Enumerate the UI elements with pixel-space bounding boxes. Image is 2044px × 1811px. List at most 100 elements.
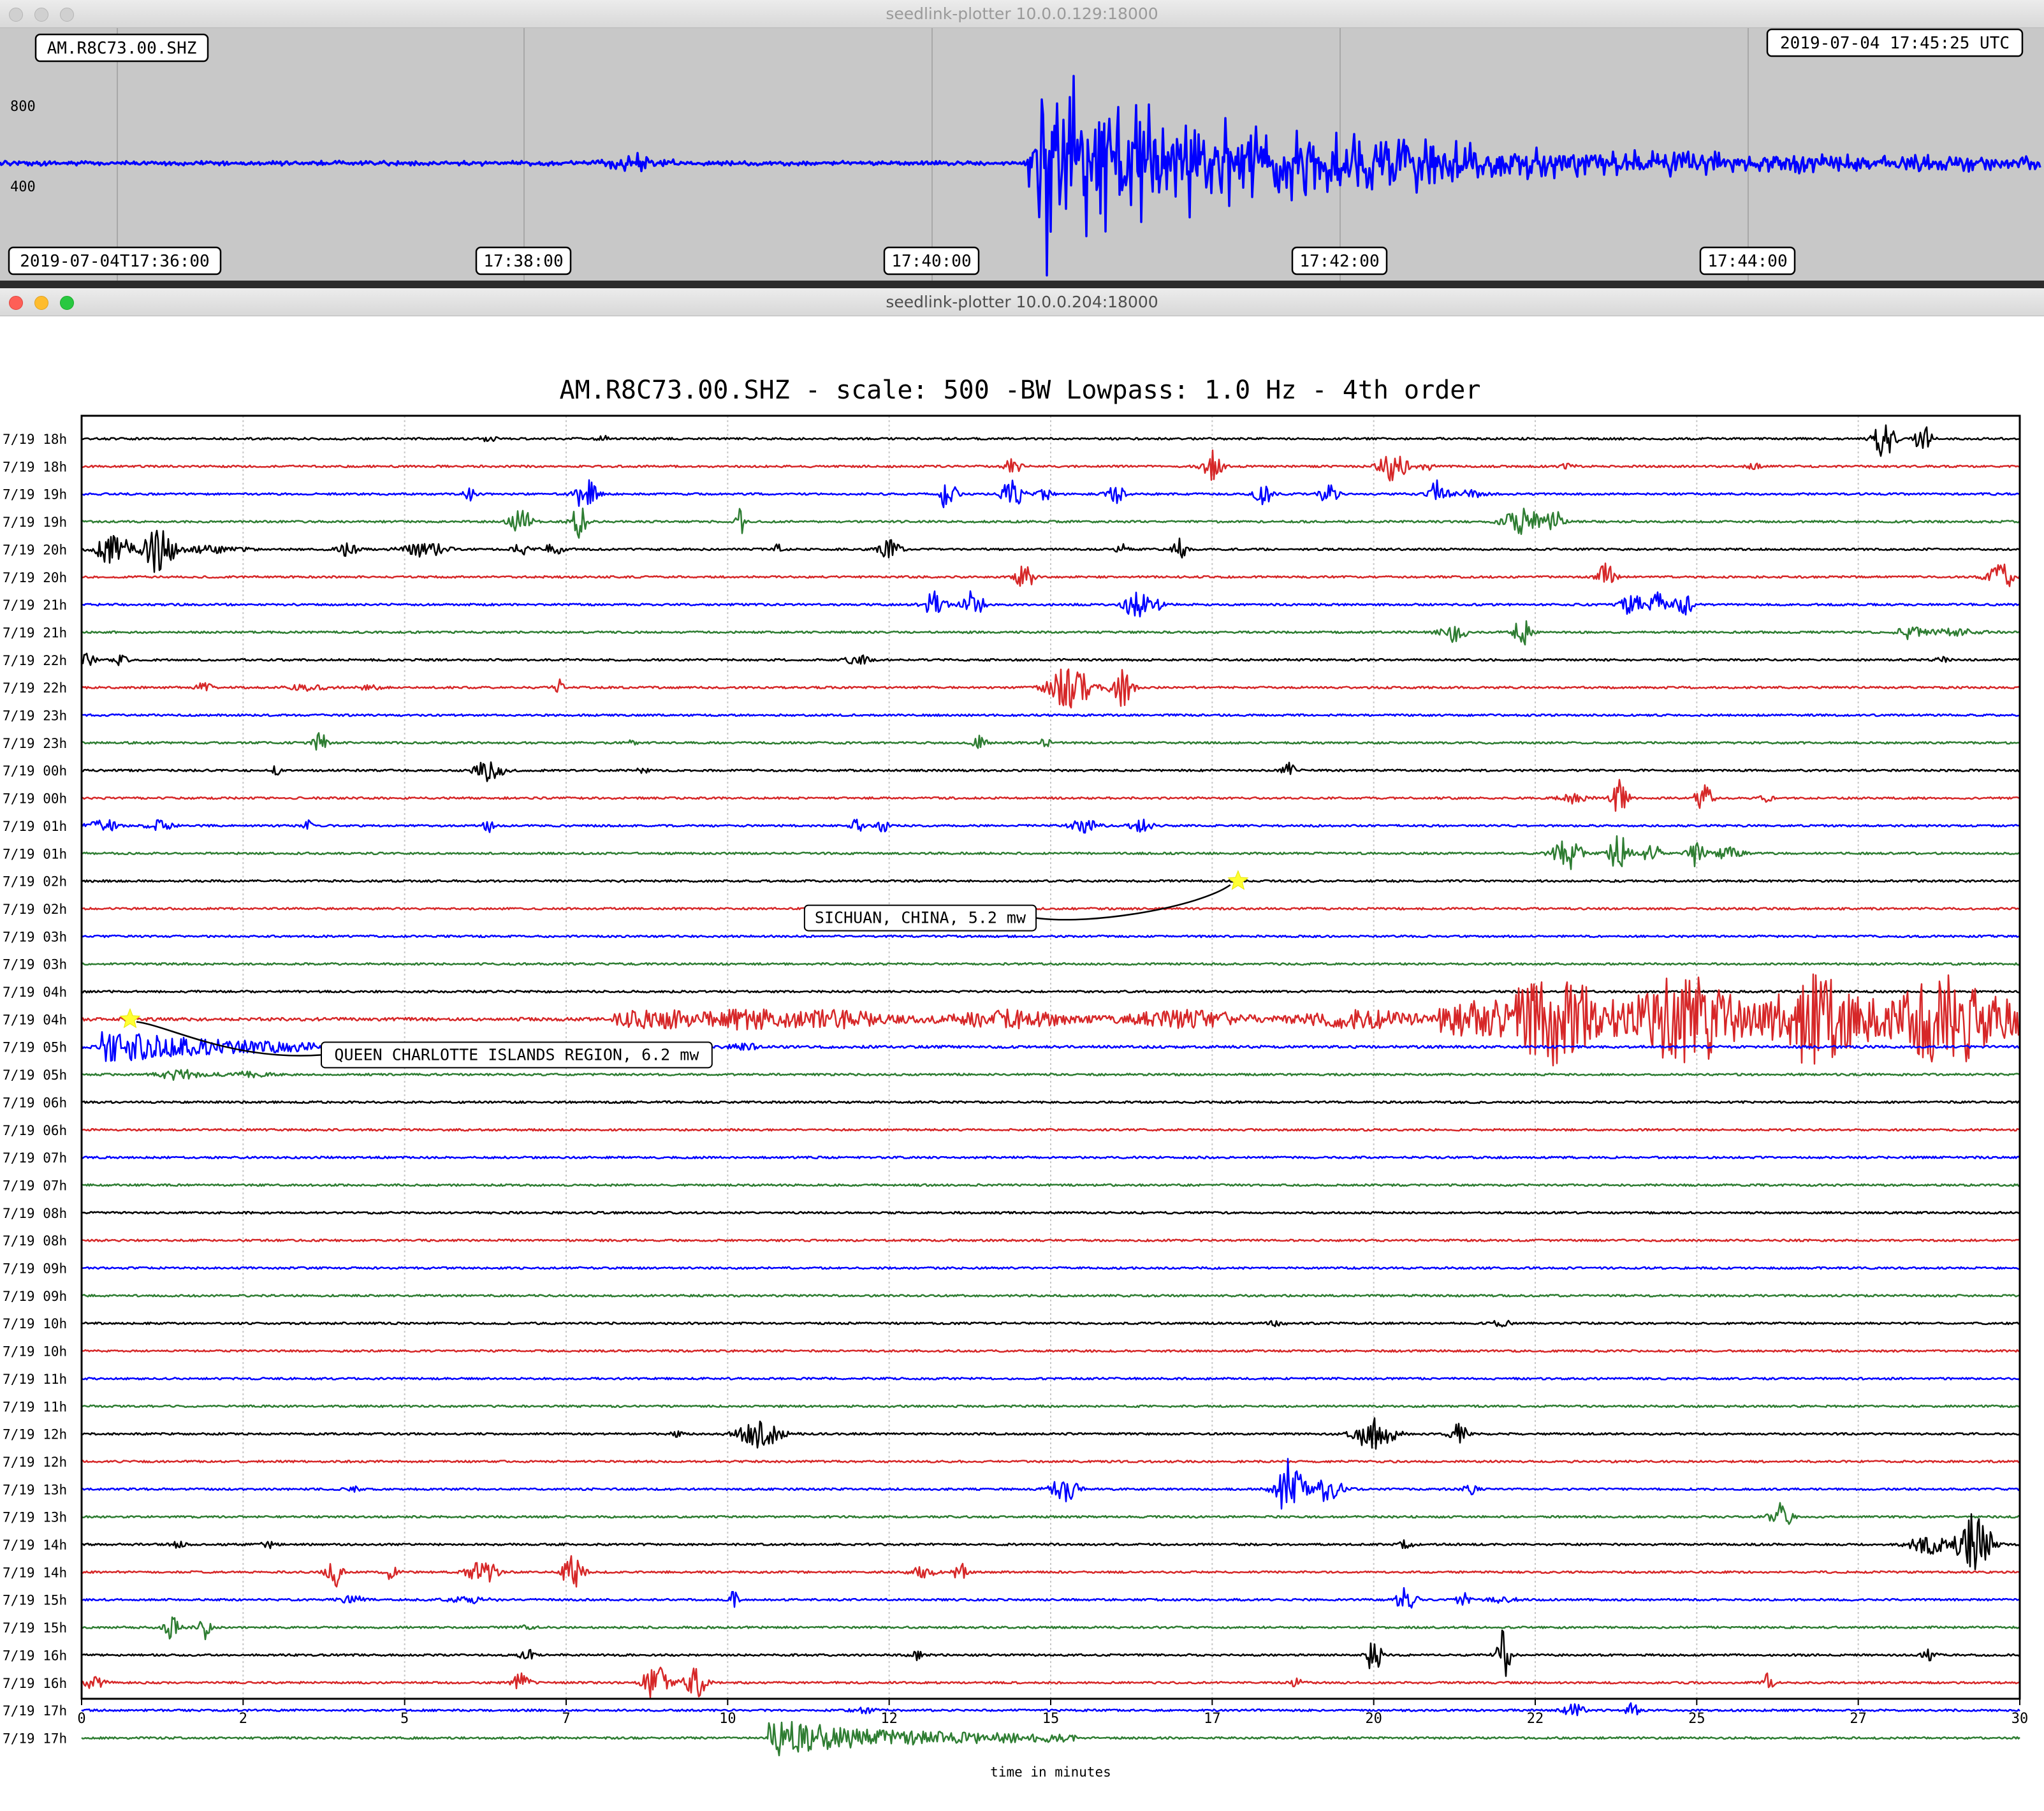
- event-star-icon: [119, 1008, 141, 1029]
- x-tick-box: 2019-07-04T17:36:00: [8, 246, 222, 275]
- trace-row: [81, 1238, 2020, 1242]
- x-tick-label: 27: [1850, 1711, 1867, 1727]
- row-label: 7/19 23h: [3, 736, 67, 751]
- titlebar-1[interactable]: seedlink-plotter 10.0.0.129:18000: [0, 0, 2044, 28]
- row-label: 7/19 21h: [3, 598, 67, 613]
- row-label: 7/19 03h: [3, 929, 67, 944]
- titlebar-2[interactable]: seedlink-plotter 10.0.0.204:18000: [0, 288, 2044, 316]
- x-tick-label: 17:42:00: [1299, 252, 1379, 271]
- trace-row: [80, 652, 2021, 666]
- row-labels: 7/19 18h 7/19 18h 7/19 19h 7/19 19h 7/19 20h…: [3, 432, 67, 1746]
- row-label: 7/19 07h: [3, 1150, 67, 1166]
- row-label: 7/19 05h: [3, 1067, 67, 1083]
- x-tick-label: 7: [562, 1711, 570, 1727]
- trace-row: [81, 1377, 2020, 1381]
- row-label: 7/19 18h: [3, 432, 67, 447]
- realtime-trace-plot: 800 400 0 AM.R8C73.00.SHZ 2019-07-04 17:…: [0, 28, 2044, 281]
- trace-row: [81, 1183, 2020, 1187]
- timestamp-box: 2019-07-04 17:45:25 UTC: [1766, 28, 2024, 57]
- row-label: 7/19 17h: [3, 1703, 67, 1719]
- row-label: 7/19 06h: [3, 1123, 67, 1138]
- row-label: 7/19 11h: [3, 1399, 67, 1414]
- row-label: 7/19 02h: [3, 902, 67, 917]
- seedlink-window-1: seedlink-plotter 10.0.0.129:18000 800 40…: [0, 0, 2044, 281]
- x-axis-label: time in minutes: [990, 1764, 1111, 1780]
- x-tick-box: 17:44:00: [1699, 246, 1796, 275]
- event-annotations: SICHUAN, CHINA, 5.2 mw QUEEN CHARLOTTE IS…: [119, 870, 1249, 1069]
- row-label: 7/19 22h: [3, 680, 67, 696]
- trace-row: [81, 562, 2021, 587]
- trace-row: [81, 1100, 2020, 1104]
- row-label: 7/19 08h: [3, 1233, 67, 1249]
- row-label: 7/19 00h: [3, 791, 67, 807]
- row-label: 7/19 17h: [3, 1731, 67, 1746]
- row-label: 7/19 15h: [3, 1620, 67, 1636]
- row-label: 7/19 23h: [3, 708, 67, 724]
- seedlink-window-2: seedlink-plotter 10.0.0.204:18000 AM.R8C…: [0, 288, 2044, 1811]
- x-tick-label: 15: [1042, 1711, 1060, 1727]
- x-tick-label: 10: [719, 1711, 736, 1727]
- event-label: QUEEN CHARLOTTE ISLANDS REGION, 6.2 mw: [334, 1045, 699, 1064]
- x-tick-box: 17:38:00: [475, 246, 572, 275]
- trace-row: [81, 1155, 2020, 1159]
- chart-title: AM.R8C73.00.SHZ - scale: 500 -BW Lowpass…: [560, 376, 1481, 405]
- trace-row: [81, 620, 2020, 646]
- row-label: 7/19 14h: [3, 1537, 67, 1553]
- row-label: 7/19 12h: [3, 1427, 67, 1442]
- trace-row: [81, 1266, 2020, 1270]
- row-label: 7/19 08h: [3, 1206, 67, 1221]
- row-label: 7/19 01h: [3, 846, 67, 862]
- row-label: 7/19 21h: [3, 625, 67, 640]
- x-tick-label: 5: [400, 1711, 409, 1727]
- row-label: 7/19 07h: [3, 1178, 67, 1193]
- row-label: 7/19 00h: [3, 763, 67, 779]
- station-label-box: AM.R8C73.00.SHZ: [34, 33, 209, 62]
- row-label: 7/19 12h: [3, 1455, 67, 1470]
- x-tick-label: 17: [1204, 1711, 1221, 1727]
- trace-row: [81, 990, 2020, 993]
- trace-row: [81, 962, 2020, 966]
- row-label: 7/19 22h: [3, 653, 67, 668]
- x-tick-label: 17:44:00: [1707, 252, 1787, 271]
- row-label: 7/19 15h: [3, 1593, 67, 1608]
- row-label: 7/19 19h: [3, 515, 67, 530]
- x-tick-label: 17:40:00: [891, 252, 971, 271]
- x-tick-label: 12: [880, 1711, 898, 1727]
- trace-row: [81, 1404, 2020, 1409]
- station-label: AM.R8C73.00.SHZ: [47, 39, 197, 58]
- trace-row: [81, 907, 2020, 911]
- plot-background: [0, 28, 2044, 281]
- row-label: 7/19 20h: [3, 570, 67, 585]
- x-tick-box: 17:40:00: [883, 246, 980, 275]
- row-label: 7/19 05h: [3, 1040, 67, 1055]
- row-label: 7/19 16h: [3, 1676, 67, 1691]
- x-tick-label: 25: [1688, 1711, 1705, 1727]
- x-tick-label: 2: [239, 1711, 247, 1727]
- timestamp-label: 2019-07-04 17:45:25 UTC: [1780, 34, 2010, 53]
- x-tick-label: 0: [77, 1711, 85, 1727]
- trace-row: [81, 1294, 2020, 1298]
- trace-row: [81, 934, 2020, 939]
- trace-row: [81, 1210, 2020, 1215]
- row-label: 7/19 19h: [3, 487, 67, 502]
- x-axis: 0 2 5 7 10 12 15 17 20 22 25 27 30: [77, 1699, 2028, 1727]
- trace-row: [81, 1349, 2020, 1353]
- window-title: seedlink-plotter 10.0.0.129:18000: [886, 4, 1158, 23]
- window-title: seedlink-plotter 10.0.0.204:18000: [886, 293, 1158, 311]
- trace-row: [81, 449, 2020, 482]
- row-label: 7/19 14h: [3, 1565, 67, 1580]
- dayplot-chart: AM.R8C73.00.SHZ - scale: 500 -BW Lowpass…: [3, 376, 2028, 1780]
- y-tick-label: 800: [10, 99, 36, 115]
- y-tick-label: 400: [10, 179, 36, 195]
- trace-row: [80, 818, 2020, 834]
- x-tick-label: 22: [1527, 1711, 1544, 1727]
- row-label: 7/19 06h: [3, 1095, 67, 1110]
- row-label: 7/19 11h: [3, 1372, 67, 1387]
- row-label: 7/19 04h: [3, 1012, 67, 1027]
- row-label: 7/19 02h: [3, 874, 67, 890]
- row-label: 7/19 13h: [3, 1482, 67, 1497]
- row-label: 7/19 09h: [3, 1261, 67, 1277]
- x-tick-label: 20: [1365, 1711, 1382, 1727]
- row-label: 7/19 01h: [3, 819, 67, 834]
- event-star-icon: [1227, 870, 1249, 890]
